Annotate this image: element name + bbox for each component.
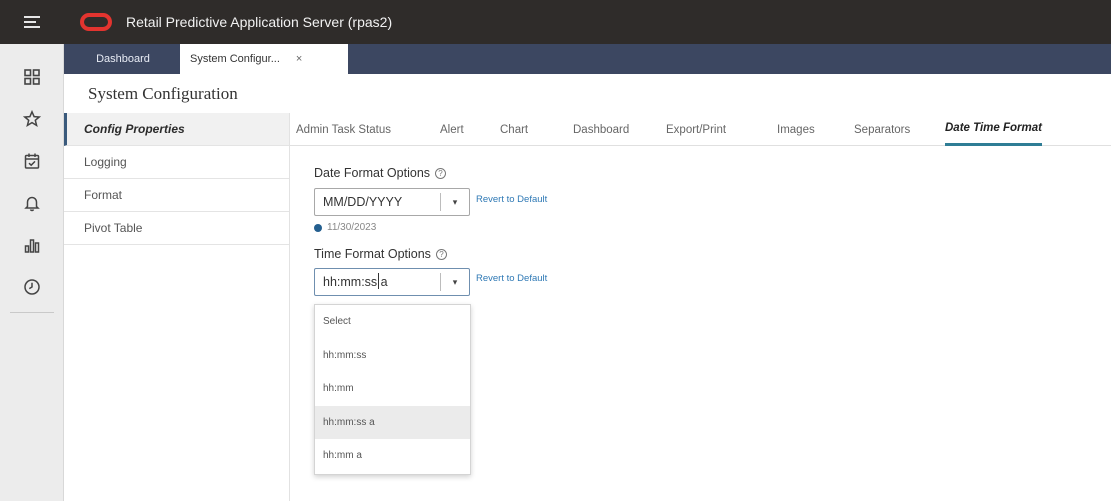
oracle-logo-icon — [80, 13, 112, 31]
date-format-value: MM/DD/YYYY — [323, 195, 403, 209]
time-format-revert-link[interactable]: Revert to Default — [476, 273, 547, 284]
tab-chart[interactable]: Chart — [500, 113, 528, 146]
star-icon[interactable] — [0, 98, 64, 140]
tab-date-time-format[interactable]: Date Time Format — [945, 113, 1042, 146]
time-format-select[interactable]: hh:mm:ss a ▾ — [314, 268, 470, 296]
info-dot-icon — [314, 223, 322, 232]
date-format-example: 11/30/2023 — [314, 222, 376, 233]
date-format-label: Date Format Options ? — [314, 166, 447, 180]
config-sub-tabs: Admin Task Status Alert Chart Dashboard … — [290, 113, 1111, 146]
nav-item-config-properties[interactable]: Config Properties — [64, 113, 289, 146]
tab-export-print[interactable]: Export/Print — [666, 113, 726, 146]
tab-separators[interactable]: Separators — [854, 113, 910, 146]
tab-alert[interactable]: Alert — [440, 113, 464, 146]
page-title: System Configuration — [88, 84, 238, 103]
tab-images[interactable]: Images — [777, 113, 815, 146]
doc-tab-label: System Configur... — [190, 53, 280, 65]
nav-item-logging[interactable]: Logging — [64, 146, 289, 179]
text-cursor — [378, 273, 379, 289]
chevron-down-icon[interactable]: ▾ — [441, 277, 469, 288]
date-format-revert-link[interactable]: Revert to Default — [476, 194, 547, 205]
clock-icon[interactable] — [0, 266, 64, 308]
dropdown-option-hhmmss[interactable]: hh:mm:ss — [315, 339, 470, 373]
calendar-check-icon[interactable] — [0, 140, 64, 182]
app-title: Retail Predictive Application Server (rp… — [126, 14, 393, 30]
document-tab-bar: Dashboard System Configur... × — [64, 44, 1111, 74]
dropdown-option-hhmm-a[interactable]: hh:mm a — [315, 439, 470, 473]
bar-chart-icon[interactable] — [0, 224, 64, 266]
dropdown-option-hhmmss-a[interactable]: hh:mm:ss a — [315, 405, 470, 439]
hamburger-menu-icon[interactable] — [0, 0, 64, 44]
icon-rail — [0, 44, 64, 501]
nav-item-pivot-table[interactable]: Pivot Table — [64, 212, 289, 245]
nav-item-format[interactable]: Format — [64, 179, 289, 212]
date-format-select[interactable]: MM/DD/YYYY ▾ — [314, 188, 470, 216]
help-icon[interactable]: ? — [435, 248, 447, 260]
settings-nav: Config Properties Logging Format Pivot T… — [64, 113, 290, 501]
time-format-dropdown: Select hh:mm:ss hh:mm hh:mm:ss a hh:mm a — [314, 304, 471, 475]
dropdown-option-select[interactable]: Select — [315, 305, 470, 339]
time-format-label: Time Format Options ? — [314, 247, 447, 261]
grid-icon[interactable] — [0, 56, 64, 98]
date-format-label-text: Date Format Options — [314, 166, 431, 180]
help-icon[interactable]: ? — [435, 167, 447, 179]
tab-admin-task-status[interactable]: Admin Task Status — [296, 113, 391, 146]
dropdown-option-hhmm[interactable]: hh:mm — [315, 372, 470, 406]
app-header: Retail Predictive Application Server (rp… — [0, 0, 1111, 44]
chevron-down-icon[interactable]: ▾ — [441, 197, 469, 208]
rail-divider — [10, 312, 54, 313]
date-format-example-text: 11/30/2023 — [327, 222, 377, 233]
doc-tab-dashboard[interactable]: Dashboard — [74, 44, 172, 74]
bell-icon[interactable] — [0, 182, 64, 224]
close-tab-icon[interactable]: × — [296, 53, 302, 65]
doc-tab-system-configuration[interactable]: System Configur... × — [180, 44, 348, 74]
tab-dashboard[interactable]: Dashboard — [573, 113, 629, 146]
time-format-label-text: Time Format Options — [314, 247, 431, 261]
